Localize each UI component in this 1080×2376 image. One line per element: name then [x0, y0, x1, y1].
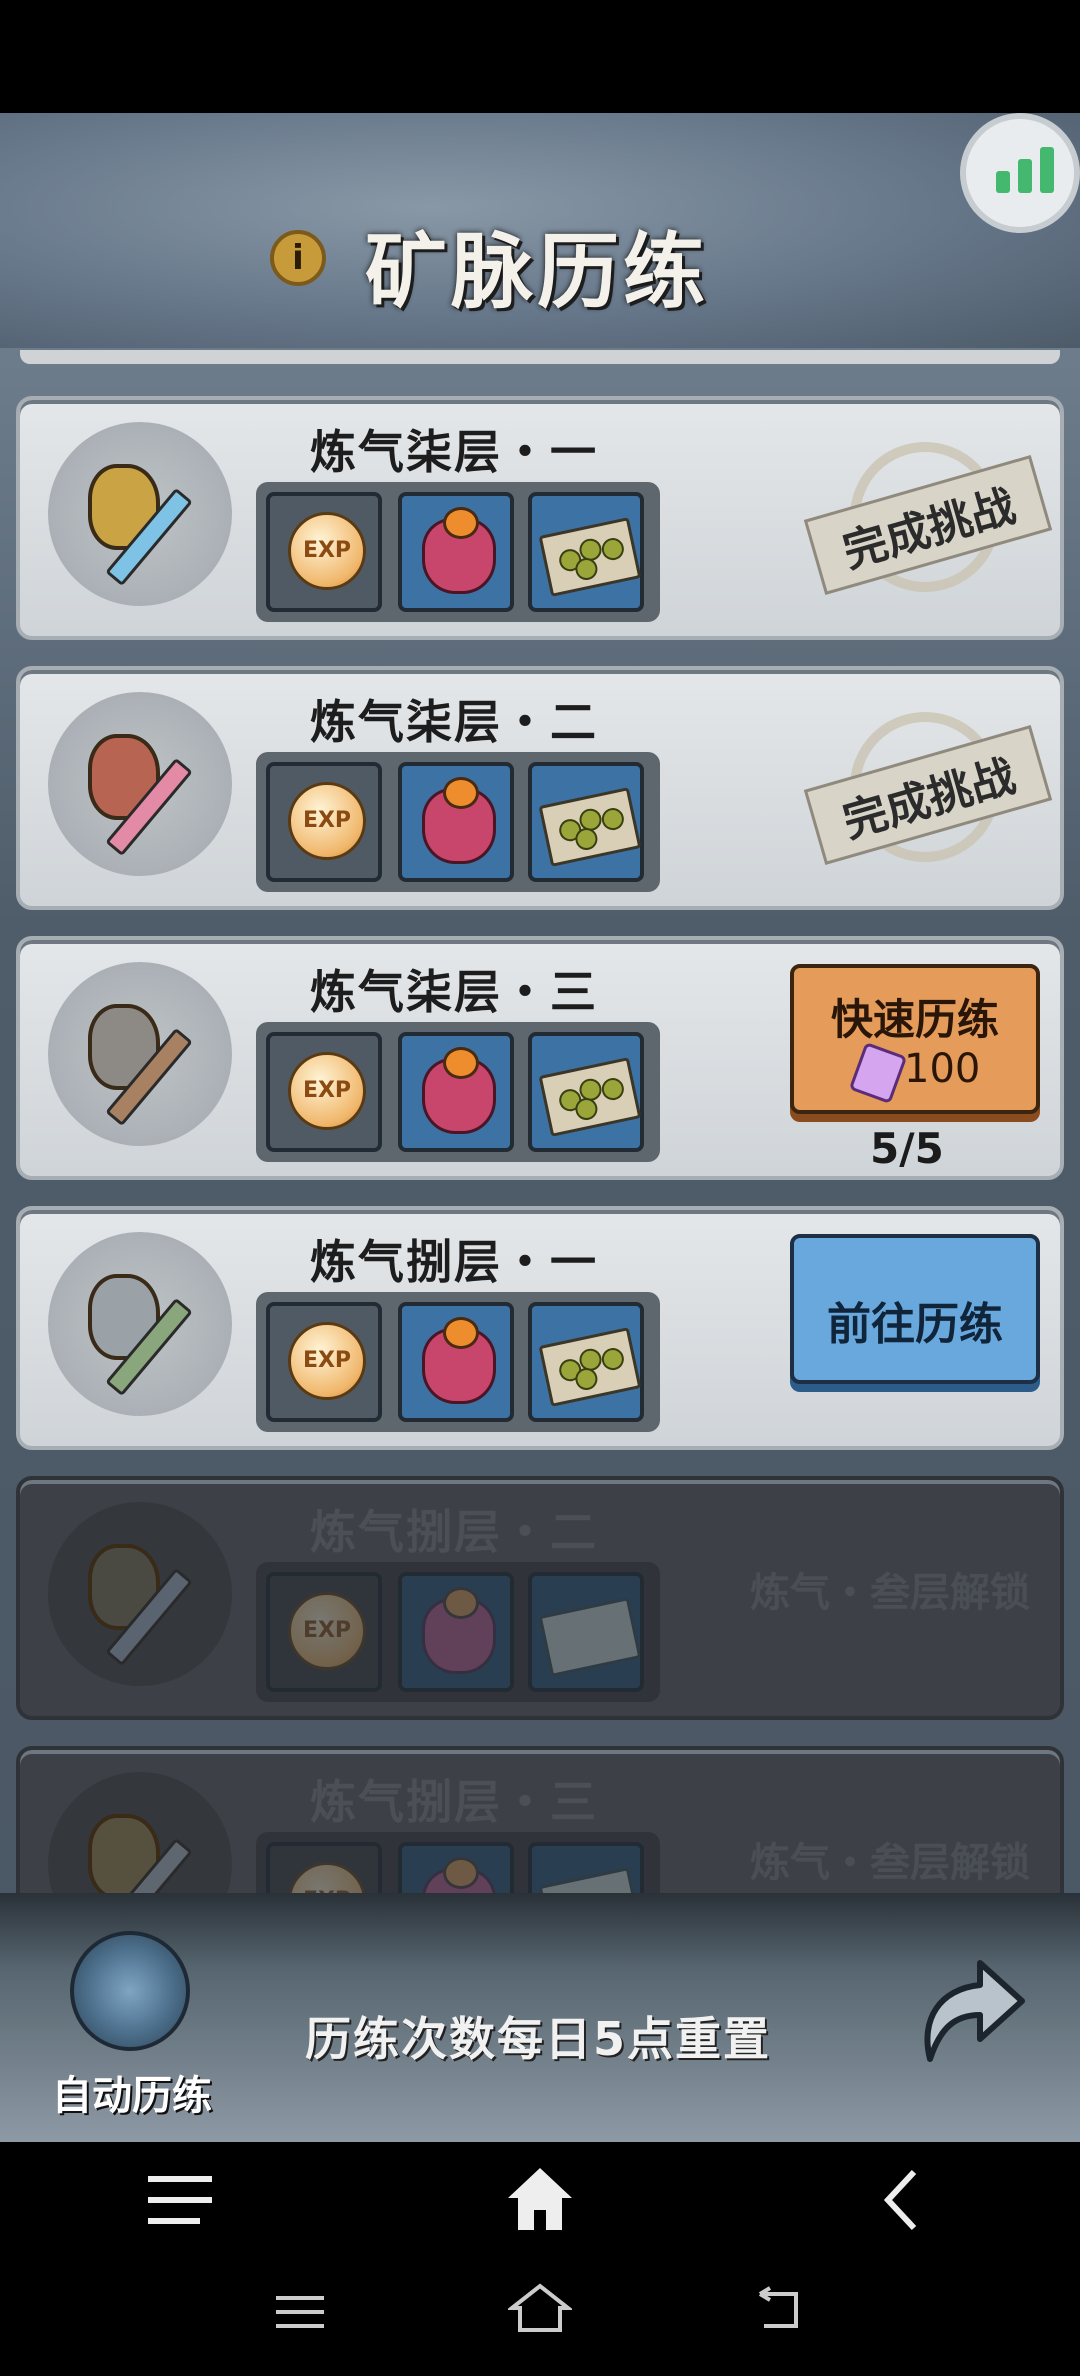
reward-row: EXP [256, 752, 660, 892]
completed-stamp: 完成挑战 [803, 706, 1053, 876]
reward-slot-pouch[interactable] [398, 492, 514, 612]
stage-name: 炼气捌层・二 [310, 1505, 598, 1559]
auto-train-label[interactable]: 自动历练 [52, 2063, 212, 2121]
pouch-icon [422, 777, 496, 864]
reward-slot-beans[interactable] [528, 492, 644, 612]
reward-slot-exp[interactable]: EXP [266, 1032, 382, 1152]
game-nav-bar [0, 2142, 1080, 2252]
reward-row: EXP [256, 1562, 660, 1702]
auto-train-swirl-icon[interactable] [70, 1931, 190, 2051]
stage-emblem [48, 422, 232, 606]
info-icon[interactable]: i [270, 230, 326, 286]
stage-name: 炼气柒层・三 [310, 965, 598, 1019]
reward-row: EXP [256, 1022, 660, 1162]
beans-icon [538, 787, 642, 867]
exp-orb-icon: EXP [288, 782, 366, 860]
beans-icon [538, 1327, 642, 1407]
reward-slot-exp[interactable]: EXP [266, 1302, 382, 1422]
home-icon[interactable] [506, 2166, 574, 2232]
reward-slot-beans[interactable] [528, 1032, 644, 1152]
system-home-icon[interactable] [508, 2282, 572, 2334]
pouch-icon [422, 507, 496, 594]
beans-icon [538, 1597, 642, 1677]
recents-icon[interactable] [276, 2292, 324, 2332]
reward-slot-pouch[interactable] [398, 762, 514, 882]
stage-card-1: 炼气柒层・一 EXP 完成挑战 [16, 396, 1064, 640]
stage-card-4: 炼气捌层・一 EXP 前往历练 [16, 1206, 1064, 1450]
stage-name: 炼气柒层・一 [310, 425, 598, 479]
reward-slot-beans [528, 1572, 644, 1692]
unlock-requirement: 炼气・叁层解锁 [750, 1570, 1030, 1616]
reset-note: 历练次数每日5点重置 [305, 2012, 772, 2066]
reward-slot-exp: EXP [266, 1572, 382, 1692]
stage-emblem [48, 692, 232, 876]
back-icon[interactable] [880, 2168, 920, 2232]
stage-name: 炼气捌层・一 [310, 1235, 598, 1289]
exp-orb-icon: EXP [288, 1592, 366, 1670]
exp-orb-icon: EXP [288, 512, 366, 590]
stage-card-5-locked: 炼气捌层・二 EXP 炼气・叁层解锁 [16, 1476, 1064, 1720]
exp-orb-icon: EXP [288, 1322, 366, 1400]
bar-chart-icon [996, 171, 1010, 193]
reward-row: EXP [256, 482, 660, 622]
list-top-edge [20, 350, 1060, 364]
reward-slot-beans[interactable] [528, 1302, 644, 1422]
pouch-icon [422, 1317, 496, 1404]
system-nav-bar [0, 2252, 1080, 2376]
gem-icon [848, 1041, 908, 1105]
reward-slot-pouch [398, 1572, 514, 1692]
back-arrow-button[interactable] [910, 1949, 1030, 2069]
system-back-icon[interactable] [756, 2286, 804, 2332]
gem-cost: 100 [904, 1046, 981, 1092]
quick-train-button[interactable]: 快速历练 100 [790, 964, 1040, 1114]
reward-slot-pouch[interactable] [398, 1032, 514, 1152]
stage-emblem [48, 962, 232, 1146]
stage-emblem [48, 1232, 232, 1416]
pouch-icon [422, 1047, 496, 1134]
stage-name: 炼气柒层・二 [310, 695, 598, 749]
reward-slot-beans[interactable] [528, 762, 644, 882]
game-screen: i 矿脉历练 炼气柒层・一 EXP 完成挑战 炼气柒层・二 EXP 完成挑战 炼… [0, 113, 1080, 2142]
exp-orb-icon: EXP [288, 1052, 366, 1130]
curved-arrow-icon [924, 1960, 1025, 2062]
reward-slot-exp[interactable]: EXP [266, 492, 382, 612]
reward-slot-pouch[interactable] [398, 1302, 514, 1422]
beans-icon [538, 517, 642, 597]
stage-card-3: 炼气柒层・三 EXP 快速历练 100 5/5 [16, 936, 1064, 1180]
unlock-requirement: 炼气・叁层解锁 [750, 1840, 1030, 1886]
stage-card-2: 炼气柒层・二 EXP 完成挑战 [16, 666, 1064, 910]
beans-icon [538, 1057, 642, 1137]
bottom-bar: 自动历练 历练次数每日5点重置 [0, 1893, 1080, 2142]
reward-slot-exp[interactable]: EXP [266, 762, 382, 882]
attempts-remaining: 5/5 [870, 1124, 944, 1173]
completed-stamp: 完成挑战 [803, 436, 1053, 606]
reward-row: EXP [256, 1292, 660, 1432]
stats-button[interactable] [960, 113, 1080, 233]
pouch-icon [422, 1587, 496, 1674]
page-title: 矿脉历练 [365, 225, 710, 320]
go-train-button[interactable]: 前往历练 [790, 1234, 1040, 1384]
status-bar [0, 0, 1080, 113]
stage-name: 炼气捌层・三 [310, 1775, 598, 1829]
stage-emblem [48, 1502, 232, 1686]
menu-icon[interactable] [148, 2172, 212, 2228]
